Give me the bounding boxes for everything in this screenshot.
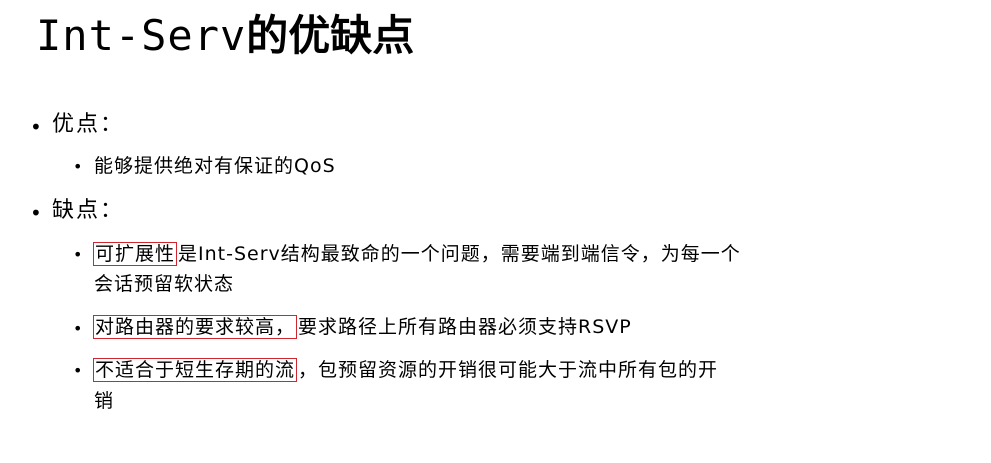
cons-item-2-line-1: 对路由器的要求较高， 要求路径上所有路由器必须支持RSVP: [93, 313, 632, 342]
highlight-box: 不适合于短生存期的流: [93, 358, 298, 382]
page-title-cjk: 的优缺点: [246, 11, 415, 60]
bullet-icon: •: [30, 115, 42, 139]
cons-item-1-line-1: 可扩展性 是Int-Serv结构最致命的一个问题，需要端到端信令，为每一个: [93, 240, 741, 269]
cons-item-1-line-2: 会话预留软状态: [94, 273, 235, 295]
bullet-icon: •: [73, 319, 83, 338]
highlight-box: 可扩展性: [93, 242, 178, 266]
bullet-icon: •: [73, 361, 83, 380]
cons-item-1-text: 是Int-Serv结构最致命的一个问题，需要端到端信令，为每一个: [178, 243, 741, 265]
pros-heading: 优点：: [52, 112, 125, 137]
bullet-icon: •: [73, 157, 83, 176]
page-title-latin: Int-Serv: [36, 11, 247, 60]
cons-item-3-line-2: 销: [94, 390, 115, 412]
cons-item-2-text: 要求路径上所有路由器必须支持RSVP: [298, 316, 632, 338]
cons-item-3-text: ，包预留资源的开销很可能大于流中所有包的开: [298, 359, 719, 381]
pros-item-text: 能够提供绝对有保证的QoS: [94, 155, 336, 177]
page-title: Int-Serv的优缺点: [36, 8, 414, 64]
cons-heading: 缺点：: [52, 198, 125, 223]
highlight-box: 对路由器的要求较高，: [93, 315, 298, 339]
cons-item-3-line-1: 不适合于短生存期的流 ，包预留资源的开销很可能大于流中所有包的开: [93, 356, 719, 385]
bullet-icon: •: [73, 245, 83, 264]
bullet-icon: •: [30, 201, 42, 225]
